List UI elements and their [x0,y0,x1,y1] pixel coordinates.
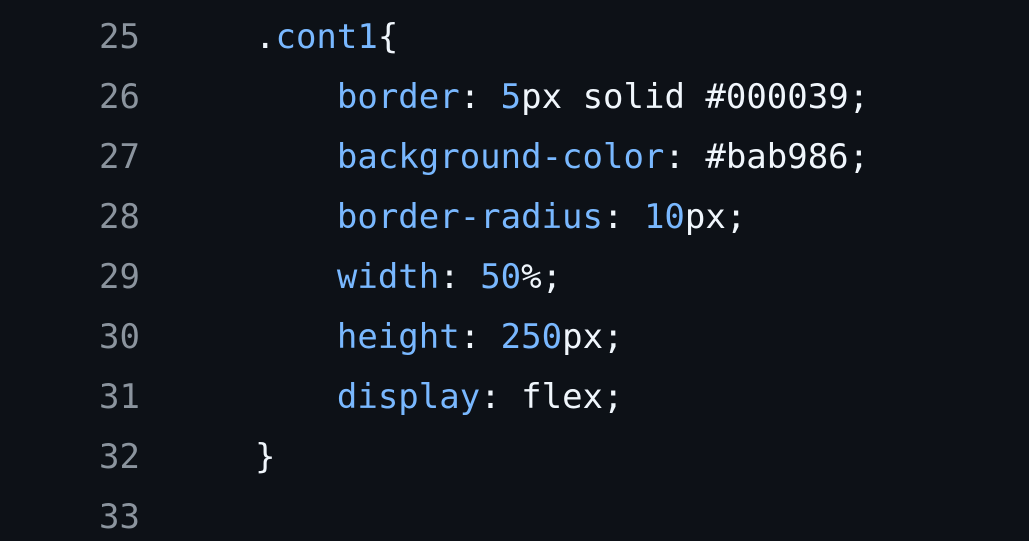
code-token-plain: px; [562,317,624,357]
code-line[interactable]: 25 .cont1{ [0,5,1029,65]
code-token-prop: height [336,317,460,357]
code-token-plain: : #bab986; [664,137,870,177]
code-text: height: 250px; [255,317,624,357]
code-text: background-color: #bab986; [255,137,869,177]
code-token-prop: border [336,77,460,117]
code-token-plain: : [603,197,644,237]
line-number: 28 [99,197,140,237]
line-number: 31 [99,377,140,417]
line-number: 30 [99,317,140,357]
line-number: 26 [99,77,140,117]
code-text: border: 5px solid #000039; [255,77,869,117]
code-line[interactable]: 30 height: 250px; [0,305,1029,365]
code-token-plain: : [459,317,501,357]
code-line[interactable]: 29 width: 50%; [0,245,1029,305]
code-token-plain: px solid #000039; [521,77,870,117]
code-text: width: 50%; [255,257,562,297]
code-line[interactable]: 32} [0,425,1029,485]
code-token-prop: border-radius [336,197,603,237]
code-token-prop: width [336,257,440,297]
line-number: 25 [99,17,140,57]
code-line[interactable]: 26 border: 5px solid #000039; [0,65,1029,125]
code-text: display: flex; [255,377,624,417]
line-number: 33 [99,497,140,537]
code-line[interactable]: 31 display: flex; [0,365,1029,425]
code-text: .cont1{ [255,17,398,57]
code-token-plain: : [439,257,481,297]
code-token-num: 5 [500,77,522,117]
code-token-plain: . [255,17,276,57]
code-token-num: 50 [480,257,522,297]
code-line[interactable]: 33 [0,485,1029,541]
code-text: border-radius: 10px; [255,197,746,237]
line-number: 29 [99,257,140,297]
code-token-cls: cont1 [275,17,378,57]
code-token-plain: : flex; [480,377,624,417]
code-token-plain: %; [521,257,563,297]
code-line[interactable]: 28 border-radius: 10px; [0,185,1029,245]
code-token-num: 10 [643,197,685,237]
code-editor[interactable]: 25 .cont1{26 border: 5px solid #000039; 27… [0,0,1029,541]
code-token-plain: } [255,437,276,477]
code-token-num: 250 [500,317,563,357]
code-token-prop: background-color [336,137,665,177]
code-token-plain: px; [684,197,747,237]
code-line[interactable]: 27 background-color: #bab986; [0,125,1029,185]
code-token-plain: { [377,17,399,57]
code-token-plain: : [459,77,501,117]
code-text: } [255,437,275,477]
line-number: 27 [99,137,140,177]
line-number: 32 [99,437,140,477]
code-token-prop: display [336,377,481,417]
